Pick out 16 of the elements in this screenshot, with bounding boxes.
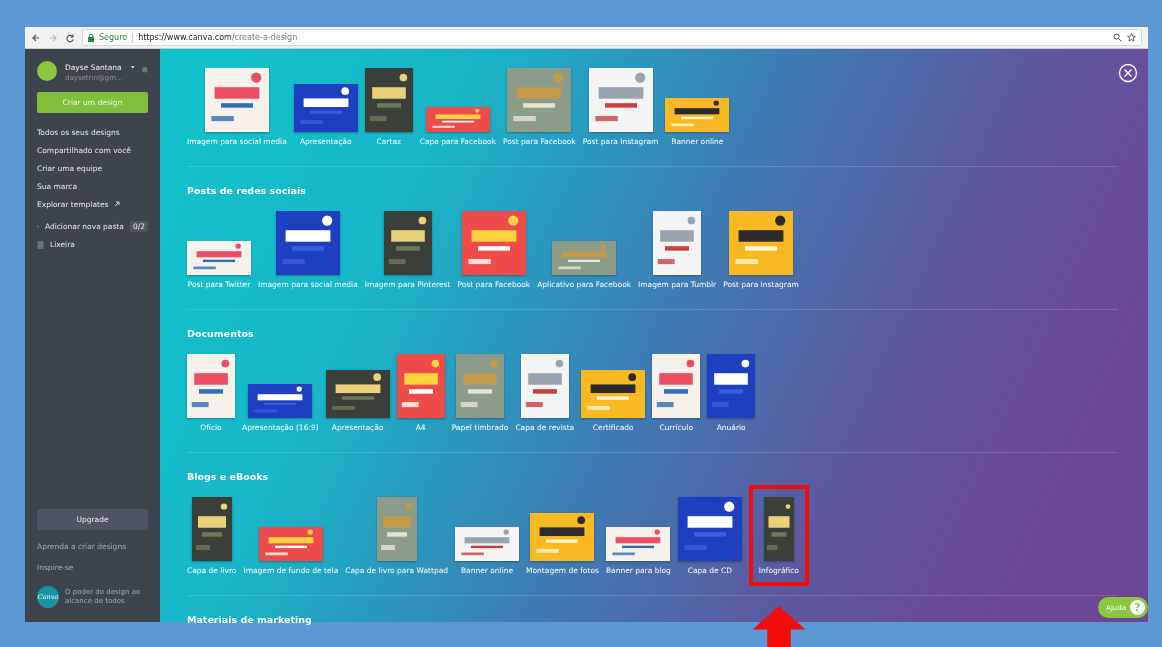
section-title: Blogs e eBooks xyxy=(187,471,270,483)
back-icon[interactable] xyxy=(31,32,41,43)
zoom-icon[interactable] xyxy=(1113,33,1122,42)
security-label: Seguro xyxy=(99,33,128,42)
address-bar[interactable]: Seguro https://www.canva.com/create-a-design xyxy=(82,29,1142,46)
star-icon[interactable] xyxy=(1127,33,1136,42)
avatar[interactable] xyxy=(37,61,57,81)
lock-icon xyxy=(88,33,94,42)
close-icon[interactable] xyxy=(1118,63,1138,83)
section-title: Materiais de marketing xyxy=(187,614,313,626)
reload-icon[interactable] xyxy=(65,32,75,43)
external-link-icon xyxy=(113,201,120,207)
caret-icon[interactable] xyxy=(130,65,135,70)
url-text: https://www.canva.com/create-a-design xyxy=(138,33,298,42)
section-title: Documentos xyxy=(187,328,255,340)
section-title: Posts de redes sociais xyxy=(187,185,307,197)
